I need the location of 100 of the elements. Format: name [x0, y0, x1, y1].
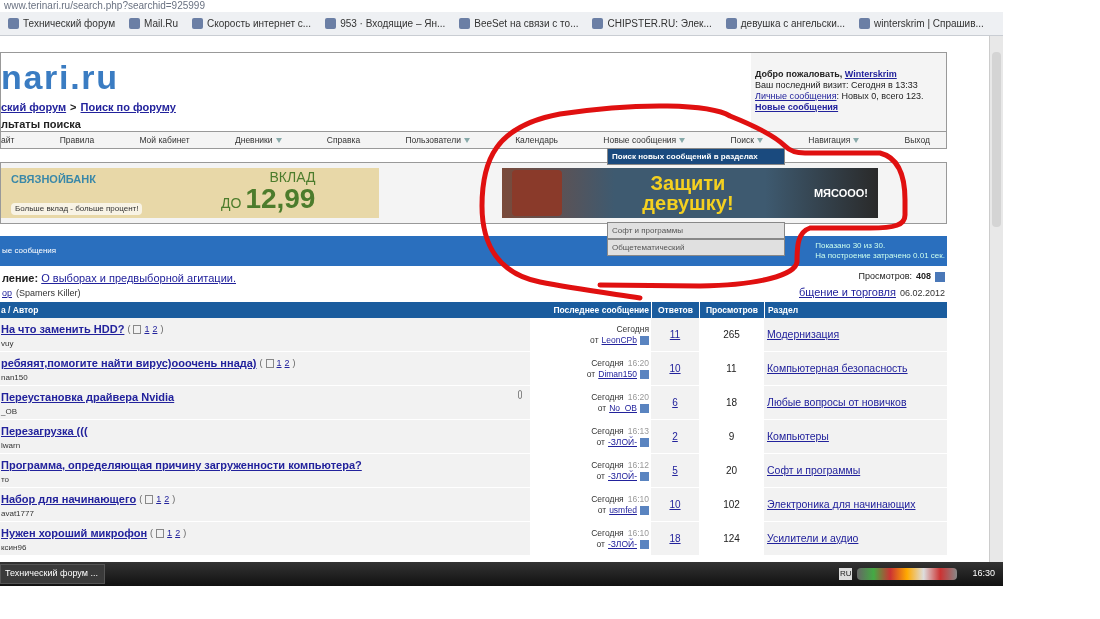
- page-link[interactable]: 1: [144, 322, 150, 336]
- nav-link[interactable]: Пользователи: [405, 133, 470, 147]
- nav-link[interactable]: Справка: [326, 133, 361, 147]
- last-poster-link[interactable]: -ЗЛОЙ-: [608, 436, 637, 448]
- scrollbar[interactable]: [989, 36, 1003, 562]
- post-day: Сегодня: [616, 323, 649, 335]
- last-poster-link[interactable]: usmfed: [609, 504, 637, 516]
- page-link[interactable]: 2: [152, 322, 158, 336]
- go-to-post-icon[interactable]: [640, 403, 649, 413]
- nav-link[interactable]: Правила: [59, 133, 95, 147]
- views-count: 102: [699, 488, 764, 521]
- game-banner[interactable]: Защити девушку! МЯСООО!: [502, 168, 878, 218]
- breadcrumb-link[interactable]: ский форум: [1, 99, 67, 116]
- paren-text: ): [183, 526, 187, 540]
- private-messages-link[interactable]: Личные сообщения: [755, 91, 837, 102]
- author-name: _OB: [1, 405, 18, 418]
- replies-link[interactable]: 5: [651, 454, 699, 487]
- go-to-post-icon[interactable]: [640, 539, 649, 549]
- taskbar-window-button[interactable]: Технический форум ...: [0, 564, 105, 584]
- site-logo[interactable]: nari.ru: [1, 59, 751, 95]
- last-poster-link[interactable]: -ЗЛОЙ-: [608, 538, 637, 550]
- replies-link[interactable]: 6: [651, 386, 699, 419]
- column-header[interactable]: а / Автор: [0, 302, 530, 318]
- sticky-topic-title[interactable]: ление: О выборах и предвыборной агитации.: [2, 270, 236, 287]
- replies-link[interactable]: 10: [651, 352, 699, 385]
- replies-link[interactable]: 10: [651, 488, 699, 521]
- topic-row[interactable]: На что заменить HDD? ( 1 2 ) vuy Сегодня от LeonCPb 11 265 Модернизация: [0, 318, 947, 352]
- bookmark-link[interactable]: 953 · Входящие – Ян...: [325, 16, 446, 31]
- nav-link[interactable]: Навигация: [808, 133, 860, 147]
- page-link[interactable]: 2: [284, 356, 290, 370]
- dropdown-item[interactable]: Софт и программы: [607, 222, 785, 239]
- bookmark-link[interactable]: BeeSet на связи с то...: [459, 16, 579, 31]
- section-link[interactable]: Компьютеры: [764, 420, 947, 453]
- topic-row[interactable]: Набор для начинающего ( 1 2 ) avat1777 Сегодня 16:10 от usmfed 10 102 Электроника для начинающих: [0, 488, 947, 522]
- post-time: 16:20: [627, 391, 649, 403]
- language-indicator[interactable]: RU: [838, 568, 853, 580]
- nav-link[interactable]: Дневники: [234, 133, 282, 147]
- topic-row[interactable]: Перезагрузка ((( lwarn Сегодня 16:13 от -ЗЛОЙ- 2 9 Компьютеры: [0, 420, 947, 454]
- last-poster-link[interactable]: No_OB: [609, 402, 637, 414]
- author-link[interactable]: ор: [2, 286, 12, 300]
- topic-link[interactable]: О выборах и предвыборной агитации.: [41, 272, 236, 284]
- dropdown-item[interactable]: Общетематический: [607, 239, 785, 256]
- dropdown-item[interactable]: Поиск новых сообщений в разделах: [607, 148, 785, 165]
- page-link[interactable]: 1: [276, 356, 282, 370]
- views-label: Просмотров:: [858, 270, 912, 283]
- page-link[interactable]: 1: [156, 492, 162, 506]
- page-link[interactable]: 1: [167, 526, 173, 540]
- post-date: 06.02.2012: [899, 286, 945, 300]
- section-link[interactable]: Усилители и аудио: [764, 522, 947, 555]
- nav-link[interactable]: Новые сообщения: [603, 133, 686, 147]
- replies-link[interactable]: 11: [651, 318, 699, 351]
- replies-link[interactable]: 2: [651, 420, 699, 453]
- bookmark-link[interactable]: Скорость интернет с...: [192, 16, 312, 31]
- go-to-post-icon[interactable]: [640, 505, 649, 515]
- nav-link[interactable]: айт: [1, 133, 15, 147]
- new-posts-link[interactable]: Новые сообщения: [755, 102, 942, 113]
- topic-link[interactable]: Программа, определяющая причину загруженности компьютера?: [1, 457, 362, 474]
- column-header[interactable]: Последнее сообщение: [530, 302, 651, 318]
- topic-row[interactable]: Программа, определяющая причину загруженности компьютера? то Сегодня 16:12 от -ЗЛОЙ- 5 20 Софт и программы: [0, 454, 947, 488]
- bookmark-link[interactable]: девушка с ангельски...: [725, 16, 846, 31]
- bookmark-link[interactable]: winterskrim | Спрашив...: [859, 16, 984, 31]
- page-link[interactable]: 2: [164, 492, 170, 506]
- breadcrumb-link[interactable]: Поиск по форуму: [80, 99, 176, 116]
- replies-link[interactable]: 18: [651, 522, 699, 555]
- topic-link[interactable]: На что заменить HDD?: [1, 321, 125, 338]
- nav-link[interactable]: Календарь: [515, 133, 559, 147]
- section-link[interactable]: Любые вопросы от новичков: [764, 386, 947, 419]
- topic-link[interactable]: Переустановка драйвера Nvidia: [1, 389, 175, 406]
- bookmark-link[interactable]: CHIPSTER.RU: Элек...: [592, 16, 712, 31]
- section-link[interactable]: Компьютерная безопасность: [764, 352, 947, 385]
- go-to-post-icon[interactable]: [640, 471, 649, 481]
- bookmark-link[interactable]: Технический форум: [8, 16, 116, 31]
- topic-row[interactable]: Нужен хороший микрофон ( 1 2 ) ксин96 Сегодня 16:10 от -ЗЛОЙ- 18 124 Усилители и аудио: [0, 522, 947, 556]
- bank-banner[interactable]: СВЯЗНОЙБАНК Больше вклад - больше процент! ВКЛАД ДО 12,99: [1, 168, 379, 218]
- bookmark-link[interactable]: Mail.Ru: [129, 16, 178, 31]
- nav-link[interactable]: Мой кабинет: [139, 133, 190, 147]
- paren-text: ): [160, 322, 164, 336]
- section-link[interactable]: бщение и торговля: [799, 283, 896, 300]
- go-to-post-icon[interactable]: [640, 369, 649, 379]
- topic-link[interactable]: ребяяят,помогите найти вирус)ооочень ннада): [1, 355, 257, 372]
- last-poster-link[interactable]: LeonCPb: [601, 334, 637, 346]
- section-link[interactable]: Софт и программы: [764, 454, 947, 487]
- last-poster-link[interactable]: -ЗЛОЙ-: [608, 470, 637, 482]
- dropdown-caret-icon: [853, 137, 860, 143]
- section-link[interactable]: Модернизация: [764, 318, 947, 351]
- last-poster-link[interactable]: Diman150: [598, 368, 637, 380]
- topic-link[interactable]: Нужен хороший микрофон: [1, 525, 148, 542]
- topic-link[interactable]: Перезагрузка (((: [1, 423, 88, 440]
- topic-row[interactable]: Переустановка драйвера Nvidia _OB Сегодня 16:20 от No_OB 6 18 Любые вопросы от новичков: [0, 386, 947, 420]
- username-link[interactable]: Winterskrim: [844, 69, 897, 79]
- topic-row[interactable]: ребяяят,помогите найти вирус)ооочень ннада) ( 1 2 ) nan150 Сегодня 16:20 от Diman150 10 11 Компьютерная безопасность: [0, 352, 947, 386]
- go-to-post-icon[interactable]: [640, 437, 649, 447]
- go-to-post-icon[interactable]: [640, 335, 649, 345]
- page-link[interactable]: 2: [175, 526, 181, 540]
- from-label: от: [590, 334, 599, 346]
- nav-link[interactable]: Поиск: [730, 133, 764, 147]
- topic-link[interactable]: Набор для начинающего: [1, 491, 137, 508]
- nav-link[interactable]: Выход: [904, 133, 930, 147]
- go-to-post-icon[interactable]: [935, 271, 945, 282]
- section-link[interactable]: Электроника для начинающих: [764, 488, 947, 521]
